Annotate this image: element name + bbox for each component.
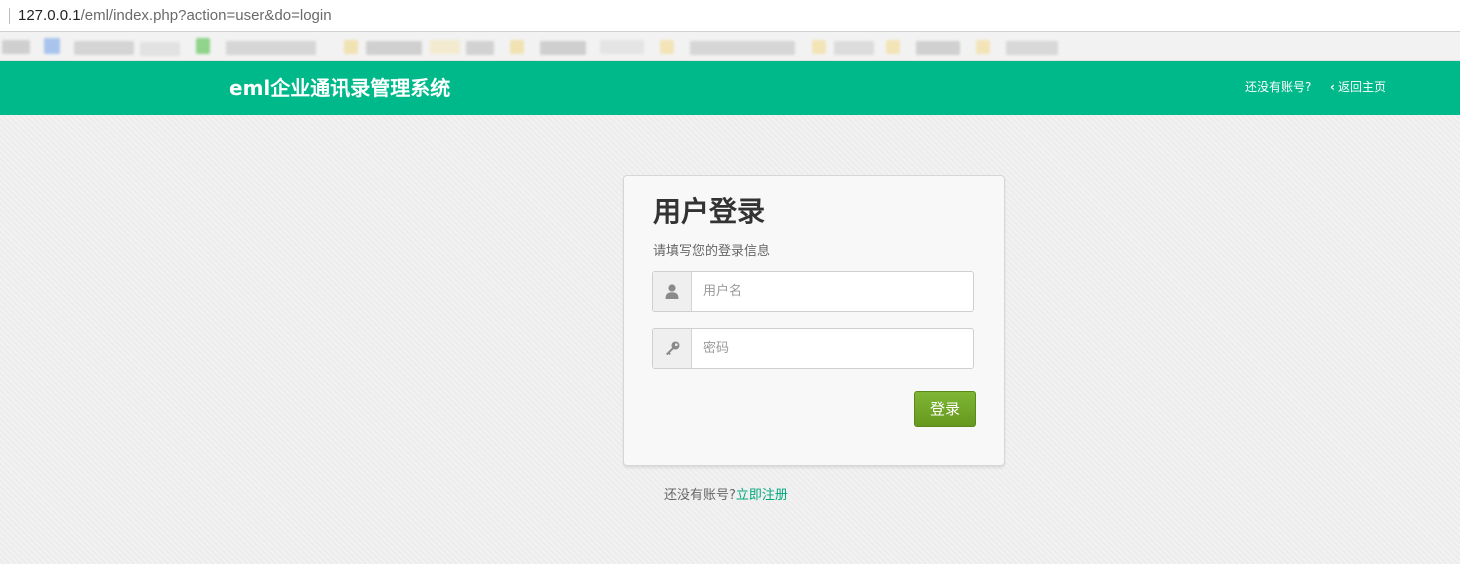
bookmark-blob[interactable] (196, 38, 210, 54)
bookmark-blob[interactable] (430, 40, 460, 54)
login-subtitle: 请填写您的登录信息 (653, 244, 771, 259)
bookmark-blob[interactable] (466, 41, 494, 55)
browser-address-bar[interactable]: 127.0.0.1/eml/index.php?action=user&do=l… (0, 0, 1460, 32)
bookmark-blob[interactable] (886, 40, 900, 54)
register-prompt: 还没有账号?立即注册 (664, 487, 788, 505)
bookmark-blob[interactable] (660, 40, 674, 54)
key-icon (665, 341, 679, 356)
address-separator (9, 8, 10, 24)
bookmark-blob[interactable] (976, 40, 990, 54)
password-input[interactable] (692, 329, 973, 368)
bookmark-blob[interactable] (690, 41, 795, 55)
bookmark-blob[interactable] (834, 41, 874, 55)
bookmark-blob[interactable] (600, 40, 644, 54)
password-addon (653, 329, 692, 368)
url-host: 127.0.0.1 (18, 7, 81, 24)
bookmark-blob[interactable] (140, 42, 180, 56)
nav-register-link[interactable]: 还没有账号? (1245, 79, 1311, 95)
bookmark-blob[interactable] (226, 41, 316, 55)
bookmarks-bar (0, 32, 1460, 61)
bookmark-blob[interactable] (510, 40, 524, 54)
login-button[interactable]: 登录 (914, 391, 976, 427)
username-input-group (652, 271, 974, 312)
bookmark-blob[interactable] (74, 41, 134, 55)
username-input[interactable] (692, 272, 973, 311)
url-path: /eml/index.php?action=user&do=login (80, 7, 332, 24)
bookmark-blob[interactable] (2, 40, 30, 54)
bookmark-blob[interactable] (366, 41, 422, 55)
bookmark-blob[interactable] (812, 40, 826, 54)
app-title[interactable]: eml企业通讯录管理系统 (229, 75, 450, 101)
bookmark-blob[interactable] (1006, 41, 1058, 55)
login-card: 用户登录 请填写您的登录信息 登录 (623, 175, 1005, 466)
login-title: 用户登录 (653, 195, 766, 228)
password-input-group (652, 328, 974, 369)
bookmark-blob[interactable] (916, 41, 960, 55)
bookmark-blob[interactable] (540, 41, 586, 55)
bookmark-blob[interactable] (44, 38, 60, 54)
user-icon (665, 284, 679, 299)
bookmark-blob[interactable] (344, 40, 358, 54)
username-addon (653, 272, 692, 311)
register-prompt-text: 还没有账号? (664, 488, 736, 503)
app-header: eml企业通讯录管理系统 还没有账号? ‹ 返回主页 (0, 61, 1460, 115)
register-link[interactable]: 立即注册 (736, 488, 788, 503)
chevron-left-icon: ‹ (1330, 80, 1335, 94)
nav-home-label: 返回主页 (1337, 80, 1386, 94)
nav-home-link[interactable]: ‹ 返回主页 (1330, 79, 1386, 95)
url-text[interactable]: 127.0.0.1/eml/index.php?action=user&do=l… (18, 7, 332, 25)
